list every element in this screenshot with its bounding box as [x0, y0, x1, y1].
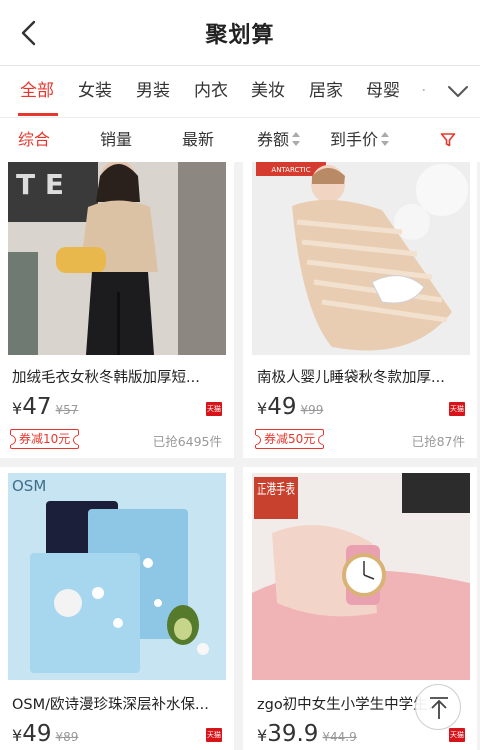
sort-final-price-label: 到手价 [330, 130, 379, 149]
sort-newest[interactable]: 最新 [182, 129, 214, 151]
price-value: 47 [22, 394, 52, 420]
product-image[interactable]: ANTARCTIC [252, 162, 470, 355]
product-card[interactable]: T E 加绒毛衣女秋冬韩版加厚短... ¥47 ¥57 天猫 券减10元 已抢64… [0, 162, 234, 458]
category-tabs: 全部 女装 男装 内衣 美妆 居家 母婴 · [0, 66, 480, 118]
original-price: ¥57 [55, 403, 79, 417]
currency-symbol: ¥ [12, 726, 23, 745]
product-card[interactable]: OSM OSM/欧诗漫珍珠深层补水保... ¥49 ¥89 天猫 [0, 467, 234, 750]
back-arrow-icon[interactable] [14, 17, 44, 49]
coupon-tag[interactable]: 券减50元 [255, 429, 325, 449]
tab-mother-baby[interactable]: 母婴 [366, 78, 400, 104]
sort-coupon-amount[interactable]: 券额 [257, 129, 301, 151]
tab-home[interactable]: 居家 [309, 78, 343, 104]
chevron-down-icon[interactable] [446, 82, 470, 100]
original-price: ¥89 [55, 730, 79, 744]
sold-count: 已抢87件 [411, 434, 465, 449]
tab-more-partial[interactable]: · [421, 78, 426, 104]
product-price: ¥47 ¥57 [12, 394, 78, 420]
image-brand-text: 正港手表 [257, 482, 295, 498]
product-name[interactable]: 加绒毛衣女秋冬韩版加厚短... [12, 366, 217, 387]
product-price: ¥49 ¥89 [12, 721, 78, 747]
sold-count: 已抢6495件 [152, 434, 222, 449]
product-name[interactable]: OSM/欧诗漫珍珠深层补水保... [12, 693, 217, 714]
sort-bar: 综合 销量 最新 券额 到手价 [0, 118, 480, 162]
product-name[interactable]: 南极人婴儿睡袋秋冬款加厚... [257, 366, 462, 387]
tab-womens-clothing[interactable]: 女装 [78, 78, 112, 104]
product-image[interactable]: 正港手表 [252, 473, 470, 680]
coupon-tag[interactable]: 券减10元 [10, 429, 80, 449]
product-image-sweater: T E [8, 162, 226, 355]
tab-beauty[interactable]: 美妆 [251, 78, 285, 104]
tab-underwear[interactable]: 内衣 [194, 78, 228, 104]
product-image[interactable]: T E [8, 162, 226, 355]
product-image-baby-sleeping-bag: ANTARCTIC [252, 162, 470, 355]
sort-arrows-icon [292, 132, 301, 146]
image-brand-text: OSM [12, 477, 46, 495]
page-title: 聚划算 [205, 22, 275, 48]
product-image-watch: 正港手表 [252, 473, 470, 680]
filter-icon[interactable] [440, 132, 456, 148]
currency-symbol: ¥ [257, 399, 268, 418]
tabs-expand-area[interactable] [430, 66, 480, 117]
original-price: ¥99 [300, 403, 324, 417]
price-value: 49 [267, 394, 297, 420]
back-to-top-button[interactable] [415, 684, 461, 730]
product-image-face-mask: OSM [8, 473, 226, 680]
svg-text:T E: T E [16, 168, 64, 201]
active-tab-indicator [18, 113, 58, 116]
product-image[interactable]: OSM [8, 473, 226, 680]
sort-coupon-label: 券额 [257, 130, 290, 149]
sort-comprehensive[interactable]: 综合 [18, 129, 50, 151]
currency-symbol: ¥ [12, 399, 23, 418]
arrow-up-icon [430, 697, 448, 719]
price-value: 39.9 [267, 721, 319, 747]
tmall-badge-icon: 天猫 [206, 728, 222, 742]
sort-final-price[interactable]: 到手价 [330, 129, 390, 151]
product-price: ¥49 ¥99 [257, 394, 323, 420]
tmall-badge-icon: 天猫 [449, 402, 465, 416]
original-price: ¥44.9 [322, 730, 357, 744]
tab-all[interactable]: 全部 [20, 78, 54, 104]
product-card[interactable]: ANTARCTIC 南极人婴儿睡袋秋冬款加厚... ¥49 ¥99 天猫 券减50… [243, 162, 477, 458]
product-price: ¥39.9 ¥44.9 [257, 721, 357, 747]
tmall-badge-icon: 天猫 [206, 402, 222, 416]
sort-arrows-icon [381, 132, 390, 146]
price-value: 49 [22, 721, 52, 747]
tab-mens-clothing[interactable]: 男装 [136, 78, 170, 104]
image-brand-text: ANTARCTIC [271, 166, 310, 174]
currency-symbol: ¥ [257, 726, 268, 745]
header-bar: 聚划算 [0, 0, 480, 66]
sort-sales[interactable]: 销量 [100, 129, 132, 151]
